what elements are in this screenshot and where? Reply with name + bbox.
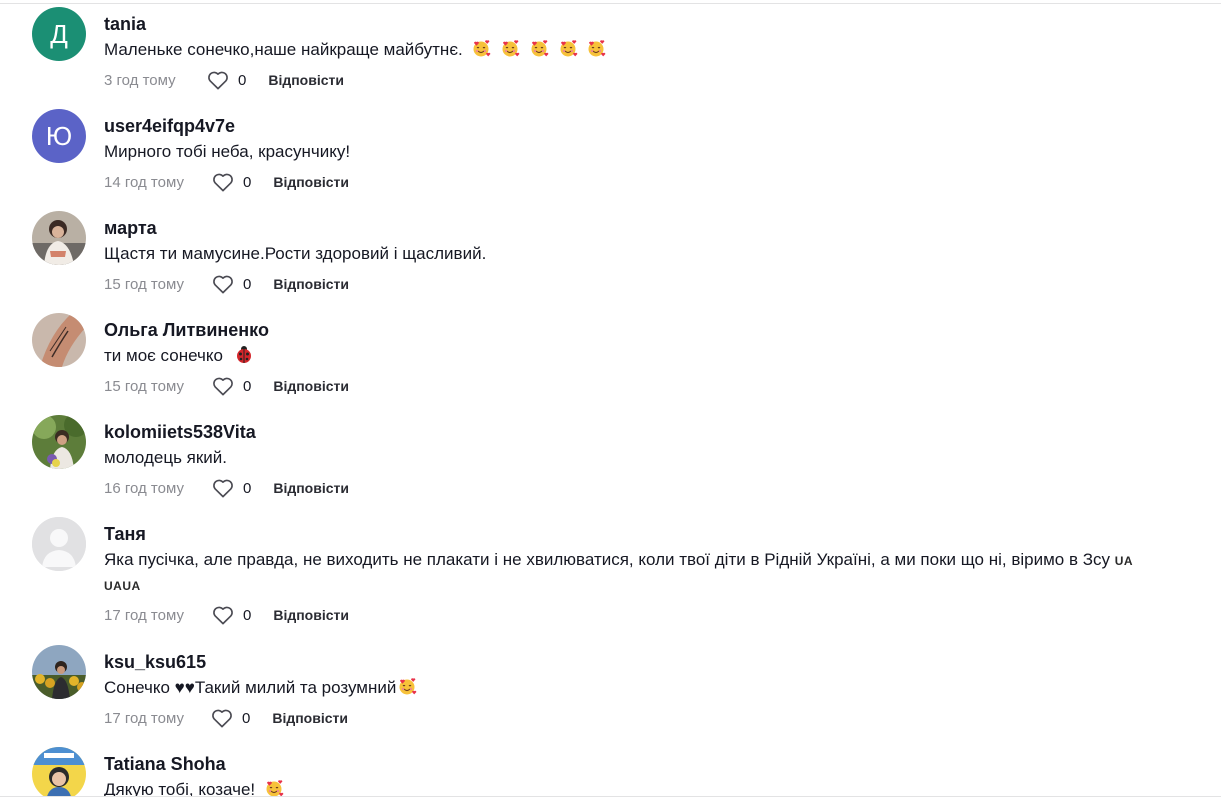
avatar-letter: Ю bbox=[45, 120, 73, 151]
smiling-face-with-hearts-icon bbox=[397, 676, 417, 696]
avatar-letter: Д bbox=[50, 18, 68, 49]
comment-item: kolomiiets538Vita молодець який. 16 год … bbox=[32, 415, 1221, 505]
flag-emoji-ua: UA bbox=[1114, 554, 1134, 568]
comment-text: Яка пусічка, але правда, не виходить не … bbox=[104, 550, 1134, 593]
avatar-photo bbox=[32, 415, 86, 469]
heart-outline-icon[interactable] bbox=[212, 605, 243, 625]
top-divider bbox=[0, 3, 1221, 4]
like-count: 0 bbox=[243, 275, 252, 293]
comment-item: Ольга Литвиненко ти моє сонечко 15 год т… bbox=[32, 313, 1221, 403]
like-count: 0 bbox=[243, 173, 252, 191]
avatar-photo bbox=[32, 211, 86, 265]
like-count: 0 bbox=[243, 479, 252, 497]
comment-text: Сонечко ♥♥Такий милий та розумний bbox=[104, 676, 1201, 700]
reply-button[interactable]: Відповісти bbox=[273, 174, 349, 190]
smiling-face-with-hearts-icon bbox=[558, 38, 578, 58]
smiling-face-with-hearts-icon bbox=[500, 38, 520, 58]
comment-timestamp: 15 год тому bbox=[104, 377, 184, 395]
comment-item: ksu_ksu615 Сонечко ♥♥Такий милий та розу… bbox=[32, 645, 1221, 735]
comment-item: Ю user4eifqp4v7e Мирного тобі неба, крас… bbox=[32, 109, 1221, 199]
heart-outline-icon[interactable] bbox=[207, 70, 238, 90]
reply-button[interactable]: Відповісти bbox=[273, 378, 349, 394]
reply-button[interactable]: Відповісти bbox=[273, 276, 349, 292]
like-button[interactable]: 0 bbox=[207, 70, 246, 90]
reply-button[interactable]: Відповісти bbox=[273, 480, 349, 496]
flag-emoji-ua: UAUA bbox=[104, 579, 141, 593]
like-button[interactable]: 0 bbox=[212, 376, 251, 396]
comment-username[interactable]: tania bbox=[104, 13, 1201, 35]
avatar-photo bbox=[32, 645, 86, 699]
default-avatar-icon bbox=[32, 517, 86, 571]
bottom-divider bbox=[0, 796, 1221, 797]
like-count: 0 bbox=[242, 709, 251, 727]
like-button[interactable]: 0 bbox=[212, 172, 251, 192]
heart-outline-icon[interactable] bbox=[212, 376, 243, 396]
comment-text: Щастя ти мамусине.Рости здоровий і щасли… bbox=[104, 244, 487, 263]
like-button[interactable]: 0 bbox=[212, 478, 251, 498]
comment-text: молодець який. bbox=[104, 448, 228, 467]
comment-meta: 15 год тому 0 Відповісти bbox=[104, 273, 1201, 295]
comment-timestamp: 16 год тому bbox=[104, 479, 184, 497]
comment-text: Мирного тобі неба, красунчику! bbox=[104, 142, 351, 161]
comment-timestamp: 14 год тому bbox=[104, 173, 184, 191]
like-count: 0 bbox=[243, 606, 252, 624]
comment-username[interactable]: Tatiana Shoha bbox=[104, 753, 1201, 775]
smiling-face-with-hearts-icon bbox=[264, 778, 284, 797]
heart-outline-icon[interactable] bbox=[212, 478, 243, 498]
comment-meta: 3 год тому 0 Відповісти bbox=[104, 69, 1201, 91]
reply-button[interactable]: Відповісти bbox=[272, 710, 348, 726]
avatar[interactable] bbox=[32, 517, 86, 571]
comment-timestamp: 17 год тому bbox=[104, 709, 184, 727]
smiling-face-with-hearts-icon bbox=[529, 38, 549, 58]
smiling-face-with-hearts-icon bbox=[586, 38, 606, 58]
avatar-photo bbox=[32, 313, 86, 367]
comment-item: марта Щастя ти мамусине.Рости здоровий і… bbox=[32, 211, 1221, 301]
comment-meta: 17 год тому 0 Відповісти bbox=[104, 707, 1201, 729]
like-button[interactable]: 0 bbox=[211, 708, 250, 728]
comment-item: Таня Яка пусічка, але правда, не виходит… bbox=[32, 517, 1221, 632]
comment-timestamp: 15 год тому bbox=[104, 275, 184, 293]
comment-timestamp: 17 год тому bbox=[104, 606, 184, 624]
avatar[interactable] bbox=[32, 313, 86, 367]
reply-button[interactable]: Відповісти bbox=[273, 607, 349, 623]
comment-text: ти моє сонечко bbox=[104, 344, 1201, 368]
comment-username[interactable]: марта bbox=[104, 217, 1201, 239]
comment-meta: 15 год тому 0 Відповісти bbox=[104, 375, 1201, 397]
like-count: 0 bbox=[238, 71, 247, 89]
comment-username[interactable]: kolomiiets538Vita bbox=[104, 421, 1201, 443]
like-button[interactable]: 0 bbox=[212, 274, 251, 294]
avatar[interactable] bbox=[32, 415, 86, 469]
comment-meta: 14 год тому 0 Відповісти bbox=[104, 171, 1201, 193]
comment-text: Дякую тобі, козаче! bbox=[104, 778, 1201, 797]
comment-meta: 16 год тому 0 Відповісти bbox=[104, 477, 1201, 499]
comment-username[interactable]: user4eifqp4v7e bbox=[104, 115, 1201, 137]
avatar[interactable] bbox=[32, 211, 86, 265]
comment-text: Маленьке сонечко,наше найкраще майбутнє. bbox=[104, 38, 1201, 62]
comment-username[interactable]: ksu_ksu615 bbox=[104, 651, 1201, 673]
comment-username[interactable]: Ольга Литвиненко bbox=[104, 319, 1201, 341]
ladybug-icon bbox=[234, 344, 254, 364]
avatar[interactable]: Ю bbox=[32, 109, 86, 163]
smiling-face-with-hearts-icon bbox=[471, 38, 491, 58]
heart-outline-icon[interactable] bbox=[211, 708, 242, 728]
comment-meta: 17 год тому 0 Відповісти bbox=[104, 604, 1201, 626]
avatar[interactable] bbox=[32, 747, 86, 797]
comment-item: Tatiana Shoha Дякую тобі, козаче! bbox=[32, 747, 1221, 797]
comment-timestamp: 3 год тому bbox=[104, 71, 176, 89]
avatar[interactable] bbox=[32, 645, 86, 699]
reply-button[interactable]: Відповісти bbox=[268, 72, 344, 88]
avatar[interactable]: Д bbox=[32, 7, 86, 61]
heart-outline-icon[interactable] bbox=[212, 274, 243, 294]
comment-item: Д tania Маленьке сонечко,наше найкраще м… bbox=[32, 7, 1221, 97]
avatar-photo bbox=[32, 747, 86, 797]
heart-outline-icon[interactable] bbox=[212, 172, 243, 192]
like-button[interactable]: 0 bbox=[212, 605, 251, 625]
comment-username[interactable]: Таня bbox=[104, 523, 1201, 545]
like-count: 0 bbox=[243, 377, 252, 395]
